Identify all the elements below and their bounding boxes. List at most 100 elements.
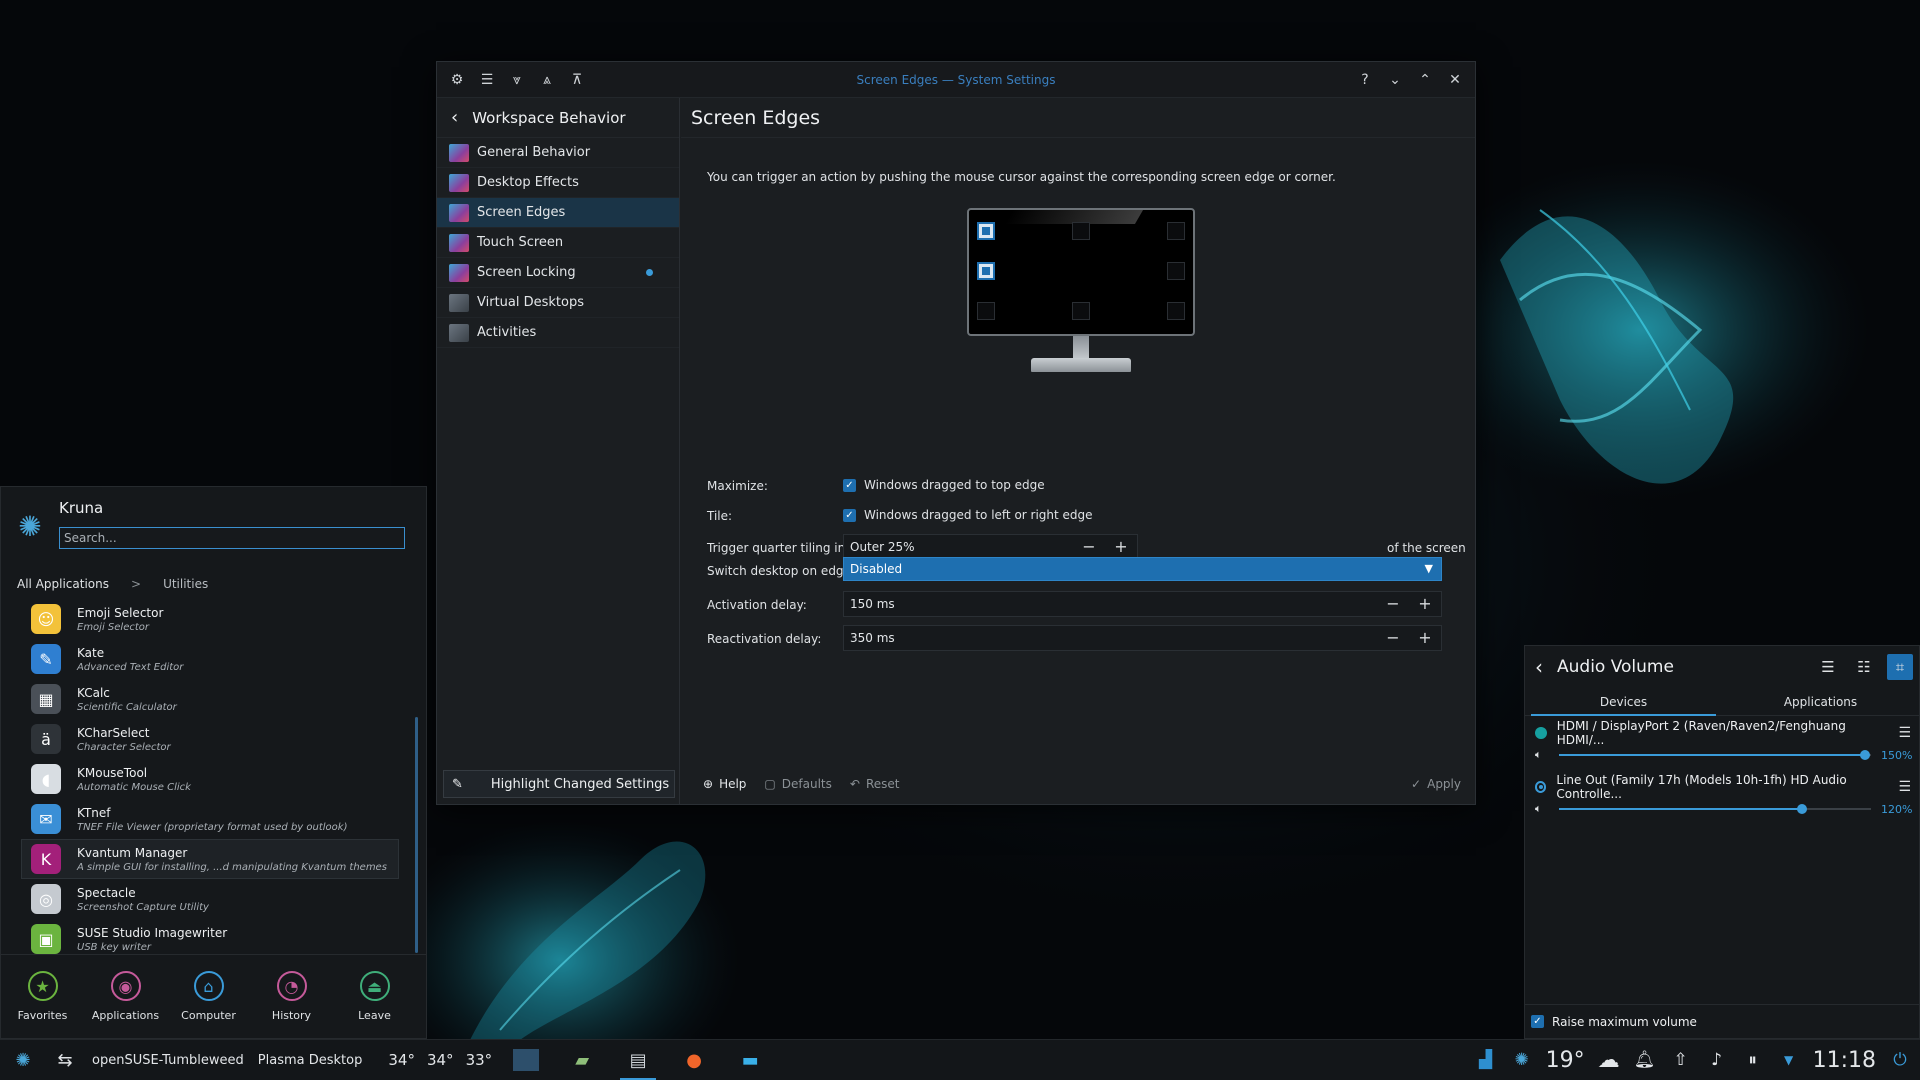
defaults-button[interactable]: ▢ Defaults	[764, 777, 831, 791]
close-icon[interactable]: ✕	[1443, 68, 1467, 92]
increase-icon[interactable]: +	[1112, 537, 1130, 556]
edge-bottom-left[interactable]	[977, 302, 995, 320]
task-pager[interactable]	[504, 1040, 548, 1080]
list-item[interactable]: ▦ KCalc Scientific Calculator	[1, 679, 419, 719]
sidebar-item-screen-edges[interactable]: Screen Edges	[437, 198, 679, 228]
maximize-checkbox-row[interactable]: ✓ Windows dragged to top edge	[843, 478, 1045, 492]
tab-computer[interactable]: ⌂ Computer	[167, 955, 250, 1038]
power-icon[interactable]: ⏻	[1888, 1050, 1912, 1070]
switch-desktop-combobox[interactable]: Disabled ▼	[843, 557, 1442, 581]
tile-checkbox[interactable]: ✓	[843, 508, 856, 522]
list-item[interactable]: ä KCharSelect Character Selector	[1, 719, 419, 759]
clock[interactable]: 11:18	[1813, 1048, 1876, 1073]
breadcrumb-current[interactable]: Utilities	[163, 577, 208, 591]
activity-switch-icon[interactable]: ⇆	[50, 1045, 80, 1075]
back-arrow-icon[interactable]: ‹	[451, 107, 458, 128]
reset-button[interactable]: ↶ Reset	[850, 777, 900, 791]
task-file-manager-icon[interactable]: ▬	[728, 1040, 772, 1080]
reactivation-delay-spinbox[interactable]: 350 ms − +	[843, 625, 1442, 651]
notification-area-icon[interactable]: ▟	[1474, 1050, 1498, 1070]
tab-applications[interactable]: ◉ Applications	[84, 955, 167, 1038]
speaker-icon[interactable]: 🔈︎	[1535, 748, 1549, 762]
edge-bottom[interactable]	[1072, 302, 1090, 320]
task-image-viewer-icon[interactable]: ▰	[560, 1040, 604, 1080]
decrease-icon[interactable]: −	[1080, 537, 1098, 556]
volume-handle[interactable]	[1797, 804, 1808, 814]
list-item[interactable]: K Kvantum Manager A simple GUI for install…	[21, 839, 399, 879]
list-item[interactable]: ☺ Emoji Selector Emoji Selector	[1, 599, 419, 639]
sidebar-item-desktop-effects[interactable]: Desktop Effects	[437, 168, 679, 198]
task-system-settings-icon[interactable]: ▤	[616, 1040, 660, 1080]
raise-max-volume-row[interactable]: ✓ Raise maximum volume	[1525, 1004, 1919, 1038]
weather-cloud-icon[interactable]: ☁	[1597, 1048, 1621, 1073]
sidebar-item-activities[interactable]: Activities	[437, 318, 679, 348]
list-item[interactable]: ▣ SUSE Studio Imagewriter USB key writer	[1, 919, 419, 959]
apply-button[interactable]: ✓ Apply	[1411, 777, 1461, 791]
window-menu-icon[interactable]: ⚙	[445, 68, 469, 92]
back-arrow-icon[interactable]: ‹	[1535, 655, 1543, 679]
volume-handle[interactable]	[1859, 750, 1870, 760]
volume-slider[interactable]	[1559, 750, 1871, 760]
menu-icon[interactable]: ☰	[1815, 654, 1841, 680]
edge-left[interactable]	[977, 262, 995, 280]
sidebar-item-general-behavior[interactable]: General Behavior	[437, 138, 679, 168]
tab-leave[interactable]: ⏏ Leave	[333, 955, 416, 1038]
help-icon[interactable]: ?	[1353, 68, 1377, 92]
scrollbar[interactable]	[415, 717, 418, 953]
tab-favorites[interactable]: ★ Favorites	[1, 955, 84, 1038]
edge-bottom-right[interactable]	[1167, 302, 1185, 320]
launcher-icon[interactable]: ✺	[8, 1045, 38, 1075]
keep-below-icon[interactable]: ⩔	[505, 68, 529, 92]
task-firefox-icon[interactable]: ●	[672, 1040, 716, 1080]
tab-applications[interactable]: Applications	[1722, 688, 1919, 715]
increase-icon[interactable]: +	[1416, 628, 1434, 647]
kate-icon: ✎	[31, 644, 61, 674]
device-menu-icon[interactable]: ☰	[1898, 779, 1911, 795]
decrease-icon[interactable]: −	[1384, 594, 1402, 613]
sidebar-item-touch-screen[interactable]: Touch Screen	[437, 228, 679, 258]
minimize-icon[interactable]: ⌄	[1383, 68, 1407, 92]
user-avatar[interactable]: ✺	[11, 507, 49, 545]
increase-icon[interactable]: +	[1416, 594, 1434, 613]
device-default-radio[interactable]	[1535, 727, 1547, 739]
list-item[interactable]: ✉ KTnef TNEF File Viewer (proprietary form…	[1, 799, 419, 839]
breadcrumb-root[interactable]: All Applications	[17, 577, 109, 591]
media-icon[interactable]: ♪	[1705, 1050, 1729, 1070]
edge-top[interactable]	[1072, 222, 1090, 240]
help-button[interactable]: ⊕ Help	[703, 777, 746, 791]
edge-right[interactable]	[1167, 262, 1185, 280]
pin-icon[interactable]: ⌗	[1887, 654, 1913, 680]
device-default-radio[interactable]	[1535, 781, 1547, 793]
speaker-icon[interactable]: 🔈︎	[1535, 802, 1549, 816]
activation-delay-spinbox[interactable]: 150 ms − +	[843, 591, 1442, 617]
weather-temperature[interactable]: 19°	[1546, 1048, 1585, 1073]
list-item[interactable]: ✎ Kate Advanced Text Editor	[1, 639, 419, 679]
tab-devices[interactable]: Devices	[1525, 688, 1722, 716]
decrease-icon[interactable]: −	[1384, 628, 1402, 647]
bell-icon[interactable]: 🔔︎	[1633, 1050, 1657, 1070]
device-menu-icon[interactable]: ☰	[1898, 725, 1911, 741]
edge-top-left[interactable]	[977, 222, 995, 240]
tile-checkbox-row[interactable]: ✓ Windows dragged to left or right edge	[843, 508, 1093, 522]
edge-top-right[interactable]	[1167, 222, 1185, 240]
raise-max-volume-checkbox[interactable]: ✓	[1531, 1015, 1544, 1028]
list-item[interactable]: ◖ KMouseTool Automatic Mouse Click	[1, 759, 419, 799]
maximize-checkbox[interactable]: ✓	[843, 478, 856, 492]
list-item[interactable]: ◎ Spectacle Screenshot Capture Utility	[1, 879, 419, 919]
updates-icon[interactable]: ⇧	[1669, 1050, 1693, 1070]
tray-expand-icon[interactable]: ▼	[1777, 1053, 1801, 1067]
maximize-icon[interactable]: ⌃	[1413, 68, 1437, 92]
configure-icon[interactable]: ☷	[1851, 654, 1877, 680]
keep-above-icon[interactable]: ⩓	[535, 68, 559, 92]
hamburger-menu-icon[interactable]: ☰	[475, 68, 499, 92]
pause-icon[interactable]: ⏸︎	[1741, 1050, 1765, 1070]
volume-slider[interactable]	[1559, 804, 1871, 814]
search-input[interactable]: Search...	[59, 527, 405, 549]
sidebar-item-virtual-desktops[interactable]: Virtual Desktops	[437, 288, 679, 318]
titlebar[interactable]: ⚙ ☰ ⩔ ⩓ ⊼ Screen Edges — System Settings…	[437, 62, 1475, 98]
network-icon[interactable]: ✺	[1510, 1050, 1534, 1070]
shade-icon[interactable]: ⊼	[565, 68, 589, 92]
sidebar-item-screen-locking[interactable]: Screen Locking	[437, 258, 679, 288]
highlight-changed-settings-button[interactable]: ✎ Highlight Changed Settings	[443, 770, 675, 798]
tab-history[interactable]: ◔ History	[250, 955, 333, 1038]
